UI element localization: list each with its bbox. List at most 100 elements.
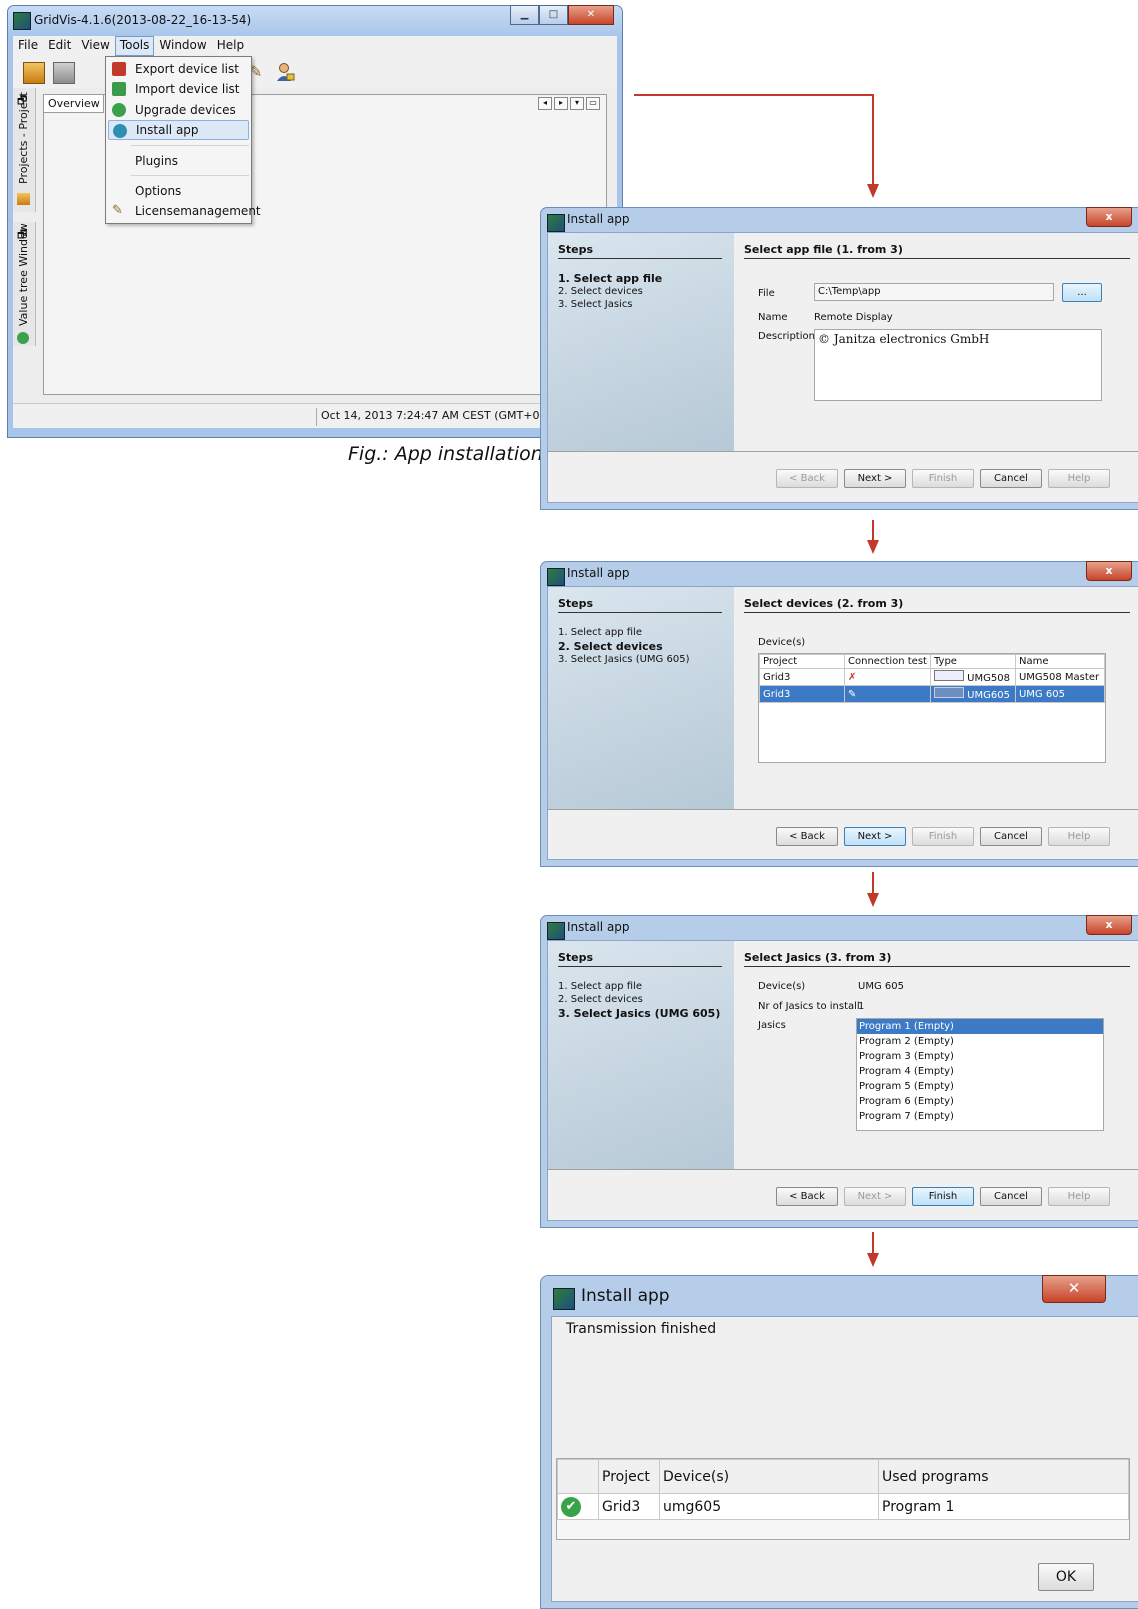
devices-value: UMG 605 <box>858 981 904 992</box>
close-project-icon[interactable] <box>53 62 75 84</box>
close-icon[interactable]: x <box>1086 207 1132 227</box>
main-window-title: GridVis-4.1.6(2013-08-22_16-13-54) <box>34 13 252 27</box>
column-header-name[interactable]: Name <box>1014 654 1106 669</box>
value-tree-side-tab[interactable]: 🗗 Value tree Window <box>13 222 36 346</box>
table-row-selected[interactable]: Grid3 ✎ UMG605 UMG 605 <box>759 685 1106 703</box>
menu-item-upgrade-devices[interactable]: Upgrade devices <box>108 100 249 120</box>
column-header-type[interactable]: Type <box>929 654 1016 669</box>
devices-table: Project Connection test Type Name Grid3 … <box>758 653 1106 763</box>
user-icon[interactable] <box>275 62 295 82</box>
close-icon[interactable]: x <box>1086 561 1132 581</box>
dialog-title: Install app <box>581 1286 670 1306</box>
finish-button[interactable]: Finish <box>912 469 974 488</box>
step-item: 2. Select devices <box>558 640 663 653</box>
menu-item-export-device-list[interactable]: Export device list <box>108 59 249 79</box>
nr-jasics-value: 1 <box>858 1001 865 1012</box>
menu-item-licensemanagement[interactable]: ✎ Licensemanagement <box>108 201 261 221</box>
list-item-selected[interactable]: Program 1 (Empty) <box>857 1019 1103 1034</box>
column-header-devices[interactable]: Device(s) <box>659 1459 879 1494</box>
steps-panel: Steps 1. Select app file 2. Select devic… <box>548 233 734 451</box>
ok-button[interactable]: OK <box>1038 1563 1094 1591</box>
value-tree-tab-label: Value tree Window <box>17 223 30 326</box>
cell-name: UMG508 Master <box>1014 668 1106 686</box>
jasics-list[interactable]: Program 1 (Empty) Program 2 (Empty) Prog… <box>856 1018 1104 1131</box>
close-icon[interactable]: ✕ <box>568 5 614 25</box>
open-project-icon[interactable] <box>23 62 45 84</box>
devices-label: Device(s) <box>758 981 806 992</box>
list-item[interactable]: Program 4 (Empty) <box>857 1064 1103 1079</box>
menu-item-import-device-list[interactable]: Import device list <box>108 79 249 99</box>
export-icon <box>112 62 126 76</box>
column-header-connection-test[interactable]: Connection test <box>844 654 931 669</box>
table-row[interactable]: ✔ Grid3 umg605 Program 1 <box>557 1493 1129 1520</box>
flow-arrow-head <box>867 1253 879 1267</box>
minimize-icon[interactable]: ▁ <box>510 5 539 25</box>
menu-window[interactable]: Window <box>154 36 211 56</box>
back-button[interactable]: < Back <box>776 827 838 846</box>
install-app-dialog-step2: Install app x Steps 1. Select app file 2… <box>540 561 1138 867</box>
scroll-left-icon[interactable]: ◂ <box>538 97 552 110</box>
maximize-editor-icon[interactable]: ▭ <box>586 97 600 110</box>
menu-view[interactable]: View <box>76 36 114 56</box>
finish-button[interactable]: Finish <box>912 827 974 846</box>
menu-help[interactable]: Help <box>212 36 249 56</box>
list-item[interactable]: Program 6 (Empty) <box>857 1094 1103 1109</box>
next-button[interactable]: Next > <box>844 827 906 846</box>
column-header-project[interactable]: Project <box>759 654 845 669</box>
steps-panel: Steps 1. Select app file 2. Select devic… <box>548 941 734 1169</box>
help-button[interactable]: Help <box>1048 469 1110 488</box>
back-button[interactable]: < Back <box>776 469 838 488</box>
maximize-icon[interactable]: □ <box>539 5 568 25</box>
panel-heading: Select app file (1. from 3) <box>744 243 1130 259</box>
cancel-button[interactable]: Cancel <box>980 1187 1042 1206</box>
success-check-icon: ✔ <box>561 1496 581 1517</box>
step-item: 1. Select app file <box>558 272 663 285</box>
finish-button[interactable]: Finish <box>912 1187 974 1206</box>
menu-file[interactable]: File <box>13 36 43 56</box>
main-content-area: 🗗 Projects - Project 🗗 Value tree Window… <box>13 88 617 403</box>
gridvis-app-icon <box>547 568 565 586</box>
help-button[interactable]: Help <box>1048 827 1110 846</box>
next-button[interactable]: Next > <box>844 469 906 488</box>
file-path-field[interactable]: C:\Temp\app <box>814 283 1054 301</box>
list-item[interactable]: Program 7 (Empty) <box>857 1109 1103 1124</box>
install-app-dialog-step3: Install app x Steps 1. Select app file 2… <box>540 915 1138 1228</box>
dialog-title: Install app <box>567 566 630 580</box>
transmission-finished-dialog: Install app ✕ Transmission finished Proj… <box>540 1275 1138 1609</box>
install-app-dialog-step1: Install app x Steps 1. Select app file 2… <box>540 207 1138 510</box>
overview-tab[interactable]: Overview W <box>44 95 104 113</box>
projects-side-tab[interactable]: 🗗 Projects - Project <box>13 88 36 212</box>
name-value: Remote Display <box>814 312 893 323</box>
description-field[interactable]: © Janitza electronics GmbH <box>814 329 1102 401</box>
cancel-button[interactable]: Cancel <box>980 469 1042 488</box>
cancel-button[interactable]: Cancel <box>980 827 1042 846</box>
table-row[interactable]: Grid3 ✗ UMG508 UMG508 Master <box>759 668 1106 686</box>
close-icon[interactable]: ✕ <box>1042 1275 1106 1303</box>
step-item: 2. Select devices <box>558 994 643 1005</box>
scroll-right-icon[interactable]: ▸ <box>554 97 568 110</box>
menu-edit[interactable]: Edit <box>43 36 76 56</box>
list-item[interactable]: Program 5 (Empty) <box>857 1079 1103 1094</box>
help-button[interactable]: Help <box>1048 1187 1110 1206</box>
browse-button[interactable]: ... <box>1062 283 1102 302</box>
close-icon[interactable]: x <box>1086 915 1132 935</box>
status-bar: Oct 14, 2013 7:24:47 AM CEST (GMT+02:00) <box>13 403 617 428</box>
tab-list-dropdown-icon[interactable]: ▾ <box>570 97 584 110</box>
flow-arrow-head <box>867 184 879 198</box>
next-button[interactable]: Next > <box>844 1187 906 1206</box>
column-header-project[interactable]: Project <box>598 1459 660 1494</box>
tools-icon[interactable]: ✎ <box>249 62 269 82</box>
dialog-body: Steps 1. Select app file 2. Select devic… <box>547 232 1138 503</box>
list-item[interactable]: Program 2 (Empty) <box>857 1034 1103 1049</box>
menu-item-plugins[interactable]: Plugins <box>108 151 249 171</box>
list-item[interactable]: Program 3 (Empty) <box>857 1049 1103 1064</box>
menu-item-install-app[interactable]: Install app <box>108 120 249 140</box>
button-row-separator <box>548 1169 1138 1170</box>
menu-item-options[interactable]: Options <box>108 181 249 201</box>
back-button[interactable]: < Back <box>776 1187 838 1206</box>
file-label: File <box>758 288 775 299</box>
menu-tools[interactable]: Tools <box>114 36 155 56</box>
cell-project: Grid3 <box>759 668 845 686</box>
status-time: Oct 14, 2013 7:24:47 AM CEST (GMT+02:00) <box>316 408 574 426</box>
column-header-used-programs[interactable]: Used programs <box>878 1459 1129 1494</box>
